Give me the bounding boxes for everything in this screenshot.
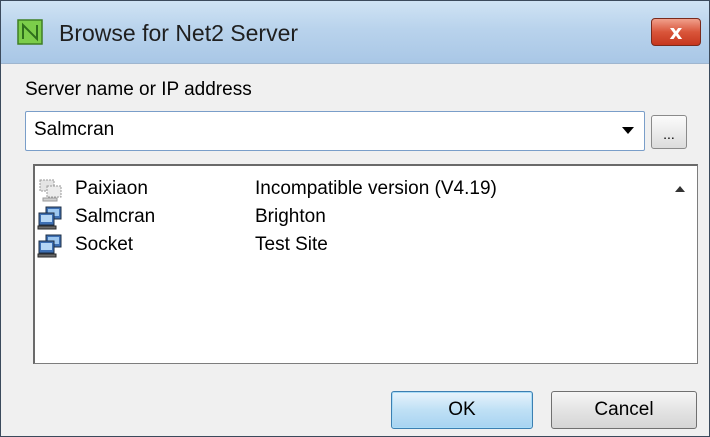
ok-button[interactable]: OK	[391, 391, 533, 429]
server-description: Test Site	[255, 234, 328, 255]
dropdown-arrow-icon[interactable]	[622, 127, 634, 134]
server-name-label: Server name or IP address	[25, 79, 252, 100]
server-icon	[37, 234, 62, 258]
cancel-button[interactable]: Cancel	[551, 391, 697, 429]
server-description: Brighton	[255, 206, 326, 227]
server-description: Incompatible version (V4.19)	[255, 178, 497, 199]
server-list[interactable]: Paixiaon Incompatible version (V4.19) Sa…	[33, 164, 698, 364]
browse-button[interactable]: ...	[651, 115, 687, 149]
server-icon	[37, 206, 62, 230]
list-item[interactable]: Socket Test Site	[37, 232, 637, 260]
list-item[interactable]: Paixiaon Incompatible version (V4.19)	[37, 176, 637, 204]
close-icon: x	[669, 20, 683, 44]
dialog-window: Browse for Net2 Server x Server name or …	[0, 0, 710, 437]
title-bar[interactable]: Browse for Net2 Server x	[1, 1, 709, 64]
net2-app-icon	[17, 19, 43, 45]
server-name: Salmcran	[75, 206, 156, 227]
server-incompatible-icon	[39, 179, 62, 202]
server-name: Paixiaon	[75, 178, 148, 199]
server-name: Socket	[75, 234, 134, 255]
server-name-value[interactable]: Salmcran	[34, 119, 114, 141]
close-button[interactable]: x	[651, 18, 701, 46]
window-title: Browse for Net2 Server	[59, 20, 299, 46]
ellipsis-label: ...	[663, 126, 675, 142]
list-item[interactable]: Salmcran Brighton	[37, 204, 637, 232]
scroll-up-arrow-icon[interactable]	[675, 186, 685, 192]
server-name-combobox[interactable]: Salmcran	[25, 111, 645, 151]
